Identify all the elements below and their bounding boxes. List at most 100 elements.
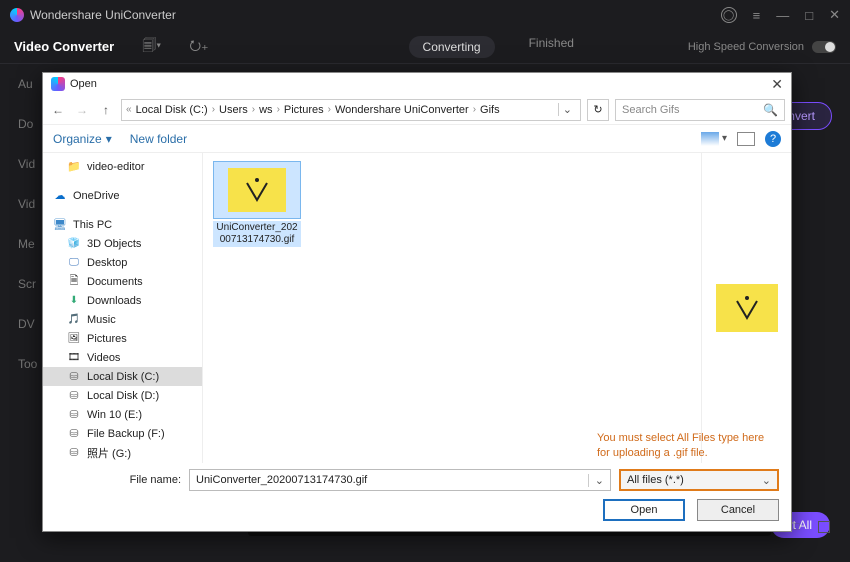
file-thumbnail — [228, 168, 286, 212]
account-icon[interactable]: ◯ — [721, 7, 737, 23]
search-placeholder: Search Gifs — [622, 104, 679, 116]
tree-item[interactable]: Pictures — [43, 329, 202, 348]
tree-item[interactable]: Desktop — [43, 253, 202, 272]
organize-button[interactable]: Organize▾ — [53, 132, 112, 146]
file-item-selected[interactable]: UniConverter_20200713174730.gif — [213, 161, 301, 247]
search-icon: 🔍 — [763, 103, 778, 117]
open-button[interactable]: Open — [603, 499, 685, 521]
tree-item-label: 3D Objects — [87, 238, 141, 250]
high-speed-label: High Speed Conversion — [688, 41, 804, 53]
close-icon[interactable]: ✕ — [771, 76, 783, 93]
tree-item[interactable]: 照片 (G:) — [43, 443, 202, 462]
tree-item-label: video-editor — [87, 161, 144, 173]
app-title: Wondershare UniConverter — [30, 8, 176, 22]
refresh-icon[interactable]: ↻ — [587, 99, 609, 121]
preview-pane-button[interactable] — [737, 132, 755, 146]
tree-item-label: Win 10 (E:) — [87, 409, 142, 421]
add-file-icon[interactable]: 🗐▾ — [142, 35, 161, 59]
dialog-logo — [51, 77, 65, 91]
crumb[interactable]: Gifs — [476, 104, 504, 116]
merge-checkbox[interactable] — [818, 521, 830, 533]
tree-item[interactable]: Local Disk (C:) — [43, 367, 202, 386]
maximize-icon[interactable]: □ — [805, 8, 813, 23]
crumb[interactable]: Wondershare UniConverter — [331, 104, 473, 116]
file-name-label: UniConverter_20200713174730.gif — [213, 221, 301, 247]
disk-icon — [67, 390, 81, 402]
vid-icon — [67, 352, 81, 364]
tree-item[interactable]: video-editor — [43, 157, 202, 176]
crumb[interactable]: Users — [215, 104, 252, 116]
disk-icon — [67, 371, 81, 383]
tab-converting[interactable]: Converting — [409, 36, 495, 58]
onedrive-icon — [53, 190, 67, 202]
crumb[interactable]: Local Disk (C:) — [132, 104, 212, 116]
crumb[interactable]: Pictures — [280, 104, 328, 116]
view-mode-button[interactable]: ▾ — [701, 132, 727, 146]
tree-item[interactable]: Videos — [43, 348, 202, 367]
file-open-dialog: Open ✕ ← → ↑ « Local Disk (C:)› Users› w… — [42, 72, 792, 532]
nav-forward-icon[interactable]: → — [73, 103, 91, 117]
hamburger-icon[interactable]: ≡ — [753, 8, 761, 23]
down-icon — [67, 295, 81, 307]
tree-item-label: Local Disk (D:) — [87, 390, 159, 402]
tree-item[interactable]: Downloads — [43, 291, 202, 310]
new-folder-button[interactable]: New folder — [130, 132, 187, 146]
cancel-button[interactable]: Cancel — [697, 499, 779, 521]
tree-item-label: Documents — [87, 276, 143, 288]
filename-value: UniConverter_20200713174730.gif — [196, 474, 367, 486]
tree-spacer — [43, 205, 202, 215]
tree-item[interactable]: Music — [43, 310, 202, 329]
pic-icon — [67, 333, 81, 345]
desk-icon — [67, 257, 81, 269]
tree-item[interactable]: OneDrive — [43, 186, 202, 205]
preview-pane — [701, 153, 791, 463]
tree-item-label: 照片 (G:) — [87, 445, 131, 461]
app-logo — [10, 8, 24, 22]
disk-icon — [67, 428, 81, 440]
doc-icon — [67, 276, 81, 288]
tree-item-label: Local Disk (C:) — [87, 371, 159, 383]
add-url-icon[interactable]: ⭮₊ — [189, 35, 208, 59]
tree-item-label: OneDrive — [73, 190, 119, 202]
pc-icon — [53, 219, 67, 231]
file-list[interactable]: UniConverter_20200713174730.gif — [203, 153, 701, 463]
disk-icon — [67, 447, 81, 459]
obj-icon — [67, 238, 81, 250]
high-speed-toggle[interactable] — [812, 41, 836, 53]
tree-item[interactable]: 3D Objects — [43, 234, 202, 253]
tree-item-label: Desktop — [87, 257, 127, 269]
close-app-icon[interactable]: ✕ — [829, 7, 840, 23]
tree-item[interactable]: Win 10 (E:) — [43, 405, 202, 424]
music-icon — [67, 314, 81, 326]
tree-item[interactable]: This PC — [43, 215, 202, 234]
tree-item-label: Pictures — [87, 333, 127, 345]
minimize-icon[interactable]: — — [776, 8, 789, 23]
filter-dropdown-icon[interactable]: ⌄ — [762, 474, 771, 487]
crumb[interactable]: ws — [255, 104, 276, 116]
file-type-filter[interactable]: All files (*.*) ⌄ — [619, 469, 779, 491]
chevron-down-icon: ▾ — [106, 132, 112, 146]
disk-icon — [67, 409, 81, 421]
filename-dropdown-icon[interactable]: ⌄ — [588, 474, 604, 487]
tree-item-label: This PC — [73, 219, 112, 231]
nav-back-icon[interactable]: ← — [49, 103, 67, 117]
filename-input[interactable]: UniConverter_20200713174730.gif ⌄ — [189, 469, 611, 491]
folder-icon — [67, 161, 81, 173]
filter-value: All files (*.*) — [627, 474, 684, 486]
filename-label: File name: — [55, 474, 181, 486]
search-input[interactable]: Search Gifs 🔍 — [615, 99, 785, 121]
breadcrumb[interactable]: « Local Disk (C:)› Users› ws› Pictures› … — [121, 99, 581, 121]
tree-item[interactable]: Local Disk (D:) — [43, 386, 202, 405]
folder-tree[interactable]: video-editor OneDrive This PC 3D Objects Des… — [43, 153, 203, 463]
help-icon[interactable]: ? — [765, 131, 781, 147]
tree-item[interactable]: File Backup (F:) — [43, 424, 202, 443]
tree-spacer — [43, 176, 202, 186]
nav-up-icon[interactable]: ↑ — [97, 103, 115, 117]
tree-item[interactable]: Documents — [43, 272, 202, 291]
tree-item-label: File Backup (F:) — [87, 428, 165, 440]
section-video-converter[interactable]: Video Converter — [14, 39, 114, 54]
tree-item-label: Downloads — [87, 295, 141, 307]
tab-finished[interactable]: Finished — [529, 36, 574, 58]
breadcrumb-dropdown-icon[interactable]: ⌄ — [558, 103, 576, 116]
tree-item-label: Music — [87, 314, 116, 326]
